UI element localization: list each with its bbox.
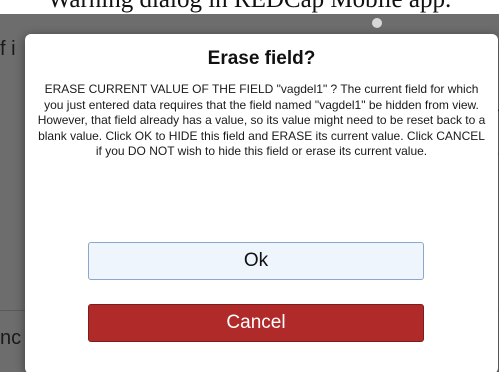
status-dot-icon [372, 18, 382, 28]
background-text-fragment: f i [0, 38, 16, 60]
erase-field-dialog: Erase field? ERASE CURRENT VALUE OF THE … [25, 34, 498, 372]
app-screen: f i a s nc 3 Erase field? ERASE CURRENT … [0, 14, 499, 372]
cancel-button-label: Cancel [226, 312, 286, 333]
ok-button-label: Ok [243, 250, 269, 271]
dialog-title: Erase field? [207, 48, 316, 69]
cancel-button[interactable]: Cancel [88, 304, 424, 342]
background-text-fragment: nc [0, 327, 22, 349]
dialog-message: ERASE CURRENT VALUE OF THE FIELD "vagdel… [37, 82, 486, 158]
ok-button[interactable]: Ok [88, 242, 424, 280]
screenshot-caption: Warning dialog in REDCap Mobile app. [0, 0, 499, 14]
